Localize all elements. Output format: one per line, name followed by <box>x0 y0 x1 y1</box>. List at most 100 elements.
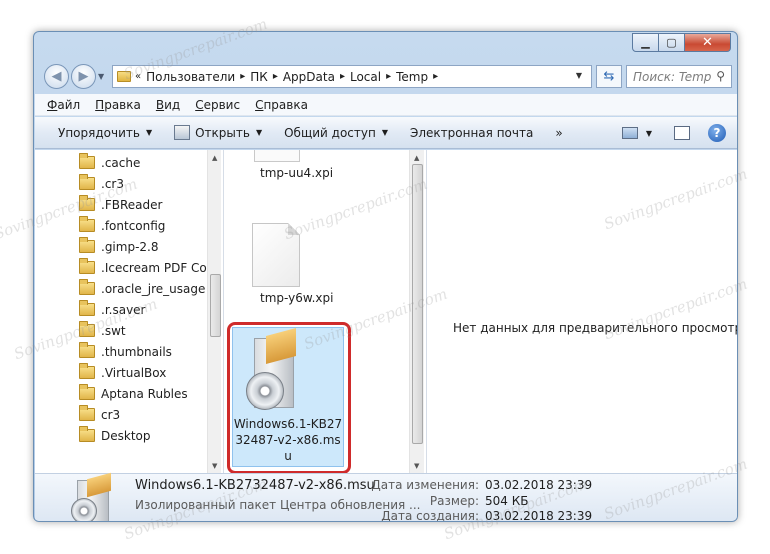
help-icon[interactable]: ? <box>708 124 726 142</box>
close-button[interactable]: ✕ <box>685 33 731 52</box>
folder-icon <box>79 321 95 337</box>
open-button[interactable]: Открыть ▼ <box>174 125 262 140</box>
tree-item-label: .fontconfig <box>101 218 166 233</box>
refresh-icon: ⇆ <box>603 69 615 84</box>
folder-icon <box>79 216 95 232</box>
tree-item-label: .gimp-2.8 <box>101 239 159 254</box>
more-commands-button[interactable]: » <box>555 126 562 140</box>
open-icon <box>174 125 191 140</box>
navigation-pane: .cache .cr3 .FBReader .fontconfig .gimp-… <box>35 150 221 473</box>
open-label: Открыть <box>195 125 250 140</box>
preview-pane: Нет данных для предварительного просмотр… <box>426 150 738 473</box>
tree-item[interactable]: .VirtualBox <box>79 362 166 383</box>
preview-message: Нет данных для предварительного просмотр… <box>453 321 738 335</box>
scroll-up-icon[interactable]: ▲ <box>414 154 419 162</box>
details-pane: Windows6.1-KB2732487-v2-x86.msu Изолиров… <box>35 472 737 522</box>
file-list: tmp-uu4.xpi tmp-y6w.xpi Windows6.1-KB273… <box>223 150 409 473</box>
explorer-window: ▁ ▢ ✕ ◀ ▶ ▼ « Пользователи ▸ ПК ▸ AppDat… <box>33 31 738 522</box>
msu-package-icon <box>246 327 302 412</box>
breadcrumb-local[interactable]: Local <box>345 70 386 84</box>
tree-item-label: .cr3 <box>101 176 124 191</box>
details-created-value: 03.02.2018 23:39 <box>485 509 593 522</box>
menu-file[interactable]: Файл <box>47 98 80 112</box>
tree-item[interactable]: .cache <box>79 152 140 173</box>
folder-icon <box>79 384 95 400</box>
file-icon[interactable] <box>252 223 300 287</box>
organize-label: Упорядочить <box>58 125 140 140</box>
folder-icon <box>79 237 95 253</box>
tree-item-label: .cache <box>101 155 141 170</box>
breadcrumb-pc[interactable]: ПК <box>245 70 273 84</box>
menu-service[interactable]: Сервис <box>195 98 240 112</box>
tree-item-label: Aptana Rubles <box>101 386 188 401</box>
folder-icon <box>79 342 95 358</box>
address-dropdown-icon[interactable]: ▼ <box>568 65 590 86</box>
change-view-icon[interactable] <box>621 127 638 139</box>
tree-item[interactable]: .r.saver <box>79 299 145 320</box>
breadcrumb-separator[interactable]: ▸ <box>433 71 438 82</box>
share-button[interactable]: Общий доступ ▼ <box>284 126 388 140</box>
tree-item[interactable]: Aptana Rubles <box>79 383 188 404</box>
menu-help[interactable]: Справка <box>255 98 308 112</box>
forward-arrow-icon: ▶ <box>78 69 89 84</box>
file-icon <box>254 150 300 162</box>
back-button[interactable]: ◀ <box>44 64 69 89</box>
tree-item[interactable]: Desktop <box>79 425 151 446</box>
toolbar-right: ▼ ? <box>621 117 737 149</box>
title-bar: ▁ ▢ ✕ <box>34 32 737 62</box>
minimize-button[interactable]: ▁ <box>632 33 659 52</box>
tree-item[interactable]: .FBReader <box>79 194 162 215</box>
tree-item[interactable]: .cr3 <box>79 173 124 194</box>
email-label: Электронная почта <box>409 125 534 140</box>
refresh-button[interactable]: ⇆ <box>596 65 622 88</box>
search-input[interactable]: Поиск: Temp ⚲ <box>626 65 732 88</box>
command-bar: Упорядочить ▼ Открыть ▼ Общий доступ ▼ Элек… <box>35 117 737 149</box>
folder-icon <box>79 195 95 211</box>
folder-icon <box>79 426 95 442</box>
view-dropdown-icon[interactable]: ▼ <box>646 129 652 138</box>
share-label: Общий доступ <box>284 125 376 140</box>
scrollbar-thumb[interactable] <box>210 274 221 337</box>
file-item-label[interactable]: tmp-uu4.xpi <box>260 166 333 180</box>
tree-item[interactable]: .fontconfig <box>79 215 165 236</box>
forward-button[interactable]: ▶ <box>71 64 96 89</box>
menu-bar: Файл Правка Вид Сервис Справка <box>35 94 737 116</box>
maximize-button[interactable]: ▢ <box>659 33 685 52</box>
breadcrumb-appdata[interactable]: AppData <box>278 70 340 84</box>
file-item-label[interactable]: tmp-y6w.xpi <box>260 291 333 305</box>
scroll-down-icon[interactable]: ▼ <box>414 462 419 470</box>
menu-edit[interactable]: Правка <box>95 98 141 112</box>
organize-button[interactable]: Упорядочить ▼ <box>58 126 152 140</box>
breadcrumb-users[interactable]: Пользователи <box>141 70 240 84</box>
menu-view[interactable]: Вид <box>156 98 180 112</box>
details-size-label: Размер: <box>429 494 479 508</box>
content-area: .cache .cr3 .FBReader .fontconfig .gimp-… <box>35 150 738 473</box>
address-bar[interactable]: « Пользователи ▸ ПК ▸ AppData ▸ Local ▸ … <box>112 65 592 88</box>
tree-item[interactable]: .gimp-2.8 <box>79 236 159 257</box>
scroll-down-icon[interactable]: ▼ <box>212 462 217 470</box>
tree-item[interactable]: .thumbnails <box>79 341 172 362</box>
tree-item-label: .Icecream PDF Conv <box>101 260 221 275</box>
details-modified-value: 03.02.2018 23:39 <box>485 478 593 492</box>
email-button[interactable]: Электронная почта <box>410 126 533 140</box>
tree-item[interactable]: .swt <box>79 320 126 341</box>
folder-icon <box>79 405 95 421</box>
file-list-scrollbar[interactable]: ▲ ▼ <box>409 150 424 473</box>
breadcrumb-temp[interactable]: Temp <box>391 70 433 84</box>
history-dropdown-icon[interactable]: ▼ <box>98 72 104 81</box>
tree-item-label: Desktop <box>101 428 151 443</box>
preview-pane-icon[interactable] <box>674 126 690 140</box>
tree-item-label: .VirtualBox <box>101 365 167 380</box>
tree-item[interactable]: .Icecream PDF Conv <box>79 257 221 278</box>
dropdown-arrow-icon: ▼ <box>145 128 153 137</box>
tree-item-label: cr3 <box>101 407 121 422</box>
scroll-up-icon[interactable]: ▲ <box>212 154 217 162</box>
tree-item-label: .oracle_jre_usage <box>101 281 206 296</box>
tree-item[interactable]: .oracle_jre_usage <box>79 278 205 299</box>
navigation-scrollbar[interactable]: ▲ ▼ <box>207 150 221 473</box>
tree-item[interactable]: cr3 <box>79 404 120 425</box>
scrollbar-thumb[interactable] <box>412 164 423 444</box>
folder-icon <box>79 258 95 274</box>
folder-icon <box>79 174 95 190</box>
details-file-name: Windows6.1-KB2732487-v2-x86.msu <box>135 478 375 493</box>
